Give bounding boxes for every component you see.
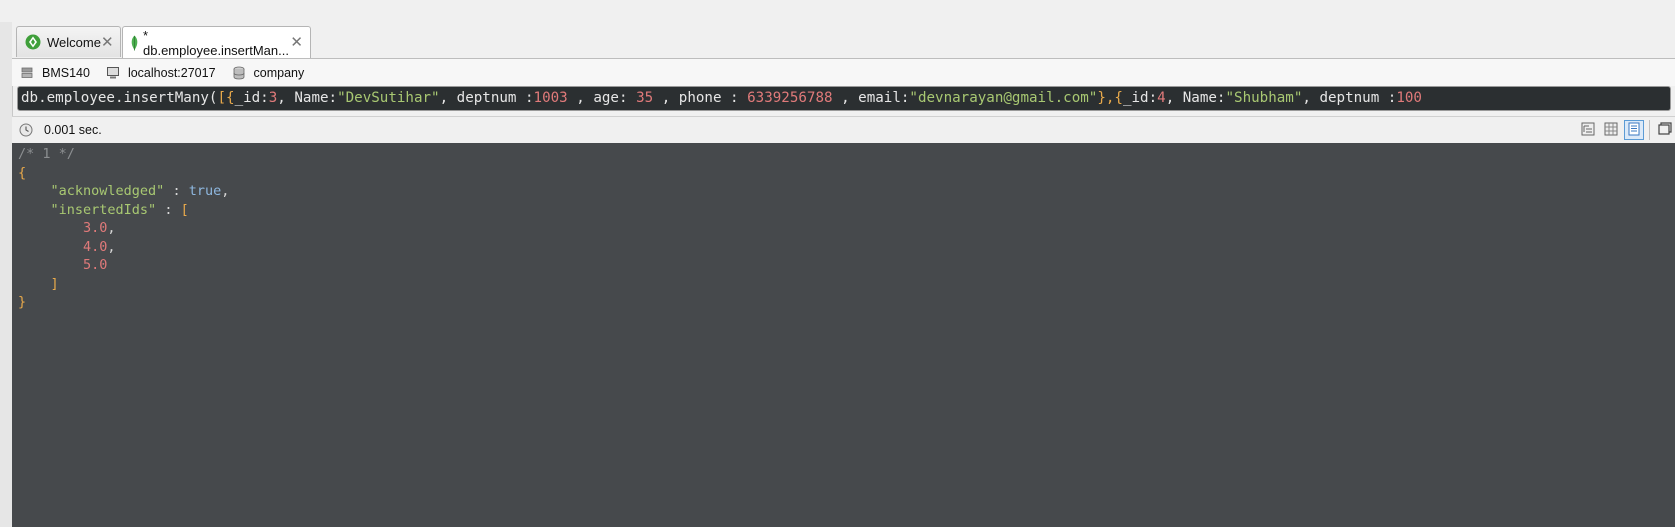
query-token: _id: xyxy=(1122,90,1158,106)
server-name: BMS140 xyxy=(42,65,90,80)
text-view-icon xyxy=(1627,122,1641,139)
mongodb-leaf-icon xyxy=(130,35,139,51)
close-icon[interactable]: ✕ xyxy=(101,35,114,50)
result-text-view[interactable]: /* 1 */ { "acknowledged" : true, "insert… xyxy=(12,143,1675,527)
query-token: 6339256788 xyxy=(747,90,833,106)
close-icon[interactable]: ✕ xyxy=(290,35,303,50)
tree-view-icon xyxy=(1581,122,1595,139)
query-token: , deptnum : xyxy=(439,90,534,106)
query-token: 4 xyxy=(1157,90,1166,106)
key-acknowledged: "acknowledged" xyxy=(50,183,165,199)
close-brace: } xyxy=(18,294,27,310)
database-info: company xyxy=(232,65,305,80)
toolbar-separator xyxy=(1649,120,1650,140)
result-status-bar: 0.001 sec. xyxy=(12,116,1675,144)
query-token: 35 xyxy=(636,90,654,106)
query-token: , age: xyxy=(567,90,637,106)
result-comment: /* 1 */ xyxy=(18,146,75,162)
query-token: },{ xyxy=(1097,90,1123,106)
open-bracket: [ xyxy=(180,201,189,218)
tab-bar: Welcome ✕ * db.employee.insertMan... ✕ xyxy=(12,22,1675,59)
colon: : xyxy=(156,201,181,218)
inserted-id: 4.0 xyxy=(83,238,108,255)
host-address: localhost:27017 xyxy=(127,65,216,80)
query-token: "DevSutihar" xyxy=(337,90,440,106)
query-token: "devnarayan@gmail.com" xyxy=(909,90,1098,106)
query-token: , phone : xyxy=(653,90,748,106)
view-mode-buttons xyxy=(1575,117,1675,143)
inserted-id: 5.0 xyxy=(83,257,108,273)
tab-welcome[interactable]: Welcome ✕ xyxy=(16,26,121,57)
open-brace: { xyxy=(18,164,27,181)
query-token: db.employee.insertMany( xyxy=(21,90,218,106)
table-view-button[interactable] xyxy=(1601,120,1621,140)
query-token: 100 xyxy=(1396,90,1422,106)
query-token: 3 xyxy=(268,90,278,106)
connection-info-bar: BMS140 localhost:27017 company xyxy=(12,59,1675,86)
query-editor[interactable]: db.employee.insertMany([{_id:3, Name:"De… xyxy=(17,86,1671,111)
database-icon xyxy=(232,66,246,80)
computer-icon xyxy=(106,66,120,80)
query-token: [{ xyxy=(217,90,235,106)
text-view-button[interactable] xyxy=(1624,120,1644,140)
robo3t-leaf-icon xyxy=(25,34,41,50)
tab-welcome-label: Welcome xyxy=(47,34,101,50)
query-token: , email: xyxy=(832,90,910,106)
value-acknowledged: true xyxy=(188,183,222,199)
server-info: BMS140 xyxy=(20,66,90,80)
database-name: company xyxy=(253,65,305,80)
tab-query[interactable]: * db.employee.insertMan... ✕ xyxy=(122,26,311,58)
table-view-icon xyxy=(1604,122,1618,139)
colon: : xyxy=(164,183,189,199)
query-token: "Shubham" xyxy=(1225,90,1303,106)
tab-query-label: * db.employee.insertMan... xyxy=(143,27,289,58)
maximize-button[interactable] xyxy=(1655,120,1675,140)
query-token: _id: xyxy=(234,90,269,106)
query-token: 1003 xyxy=(533,90,568,106)
inserted-id: 3.0 xyxy=(83,220,108,236)
host-info: localhost:27017 xyxy=(106,66,216,80)
title-strip xyxy=(0,0,1675,23)
query-token: , Name: xyxy=(1165,90,1226,106)
clock-icon xyxy=(19,123,33,137)
key-insertedIds: "insertedIds" xyxy=(50,201,157,218)
query-token: , deptnum : xyxy=(1302,90,1397,106)
server-icon xyxy=(20,66,34,80)
query-token: , Name: xyxy=(277,90,338,106)
tree-view-button[interactable] xyxy=(1578,120,1598,140)
maximize-icon xyxy=(1658,121,1672,139)
execution-time: 0.001 sec. xyxy=(44,123,102,137)
close-bracket: ] xyxy=(50,275,59,292)
